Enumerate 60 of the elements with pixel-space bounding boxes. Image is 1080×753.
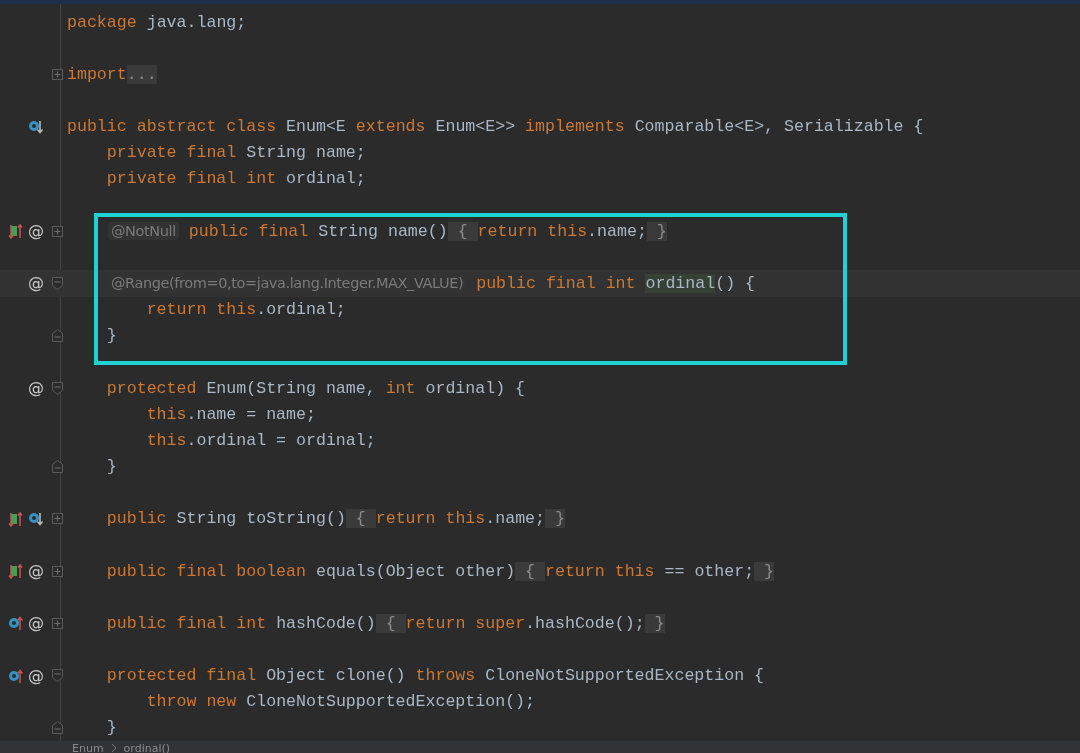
code-text: return this.ordinal;: [145, 300, 346, 320]
annotation-marker[interactable]: @: [28, 380, 44, 397]
expand-icon[interactable]: [52, 565, 63, 577]
code-text: return this.name;: [375, 509, 545, 529]
code-text: public final boolean equals(Object other): [105, 561, 516, 581]
implemented-icon[interactable]: [28, 118, 44, 135]
overriding-icon[interactable]: [8, 615, 24, 632]
expand-icon[interactable]: [52, 225, 63, 237]
code-text: }: [105, 326, 117, 346]
code-text: return this == other;: [545, 561, 755, 581]
code-text: this.name = name;: [145, 404, 316, 424]
folded-code[interactable]: {: [447, 221, 478, 241]
code-text: }: [105, 718, 117, 738]
annotation-marker[interactable]: @: [28, 563, 44, 579]
code-text: public abstract class Enum<E extends Enum<E>> implements Comparable<E>, Serializable {: [67, 117, 924, 137]
code-text: protected Enum(String name, int ordinal) {: [105, 378, 526, 398]
code-text: this.ordinal = ordinal;: [145, 430, 376, 450]
code-text: protected final Object clone() throws CloneNotSupportedException {: [105, 666, 765, 686]
code-text: package java.lang;: [67, 12, 247, 32]
folded-code[interactable]: ...: [126, 64, 157, 84]
folded-code[interactable]: {: [515, 561, 545, 581]
folded-code[interactable]: {: [345, 509, 376, 529]
collapse-icon[interactable]: [52, 276, 63, 290]
folded-code[interactable]: }: [545, 509, 565, 529]
collapse-icon[interactable]: [52, 669, 63, 683]
breadcrumb-item[interactable]: Enum: [72, 741, 104, 753]
code-text: import: [67, 64, 127, 84]
collapse-icon[interactable]: [52, 721, 63, 735]
overrides-icon[interactable]: [8, 510, 24, 527]
code-text: public final int hashCode(): [105, 613, 376, 633]
annotation-marker[interactable]: @: [28, 223, 44, 240]
implemented-icon[interactable]: [28, 510, 44, 527]
overriding-icon[interactable]: [8, 667, 24, 684]
overrides-icon[interactable]: [8, 563, 24, 579]
overrides-icon[interactable]: [8, 223, 24, 240]
code-text: public final String name(): [187, 221, 448, 241]
code-text: private final int ordinal;: [105, 169, 366, 189]
code-text: public String toString(): [105, 509, 346, 529]
folded-code[interactable]: }: [644, 613, 665, 633]
expand-icon[interactable]: [52, 68, 63, 80]
code-text: return super.hashCode();: [405, 613, 645, 633]
collapse-icon[interactable]: [52, 381, 63, 395]
annotation-marker[interactable]: @: [28, 667, 44, 684]
collapse-icon[interactable]: [52, 329, 63, 343]
code-text: return this.name;: [477, 221, 647, 241]
folded-code[interactable]: }: [646, 221, 667, 241]
expand-icon[interactable]: [52, 617, 63, 629]
expand-icon[interactable]: [52, 513, 63, 525]
code-text: }: [105, 456, 117, 476]
code-text: private final String name;: [105, 143, 366, 163]
code-text: throw new CloneNotSupportedException();: [145, 692, 536, 712]
code-text: public final int ordinal() {: [475, 273, 756, 293]
breadcrumb-item[interactable]: ordinal(): [123, 741, 171, 753]
chevron-icon: [109, 743, 118, 753]
annotation-hint: @NotNull: [108, 222, 179, 241]
folded-code[interactable]: }: [754, 561, 775, 581]
collapse-icon[interactable]: [52, 459, 63, 473]
folded-code[interactable]: {: [375, 613, 406, 633]
annotation-marker[interactable]: @: [28, 615, 44, 632]
annotation-marker[interactable]: @: [28, 275, 44, 292]
